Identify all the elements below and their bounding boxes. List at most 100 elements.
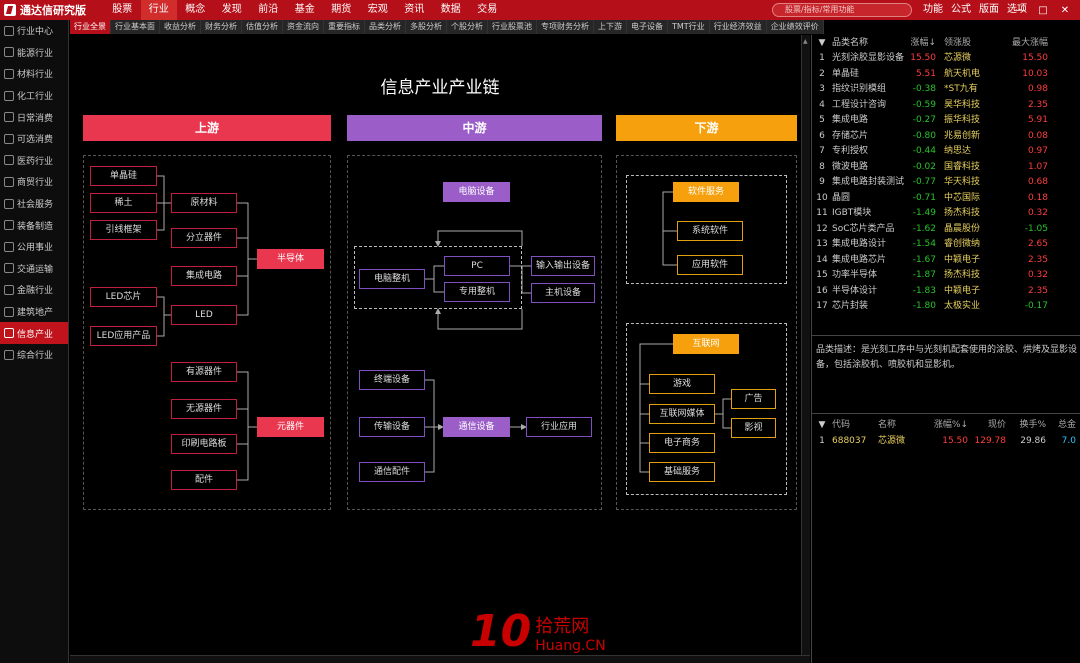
sidebar-item[interactable]: 能源行业 [0,42,68,64]
tab[interactable]: 重要指标 [324,20,365,34]
rank-row[interactable]: 15 功率半导体 -1.87 扬杰科技 0.32 [812,268,1080,284]
sidebar-item[interactable]: 建筑地产 [0,301,68,323]
sidebar-item[interactable]: 化工行业 [0,85,68,107]
sidebar-item[interactable]: 商贸行业 [0,171,68,193]
node-transmission-device[interactable]: 传输设备 [359,417,425,437]
nav-item[interactable]: 数据 [433,0,470,20]
tab[interactable]: 行业经济效益 [709,20,767,34]
maximize-icon[interactable]: □ [1032,5,1054,16]
sidebar-item[interactable]: 材料行业 [0,63,68,85]
node-host-device[interactable]: 主机设备 [531,283,595,303]
minimize-icon[interactable]: — [1010,5,1032,16]
stock-col-code[interactable]: 代码 [832,417,878,433]
sidebar-item[interactable]: 交通运输 [0,258,68,280]
rank-row[interactable]: 7 专利授权 -0.44 纳思达 0.97 [812,144,1080,160]
tab[interactable]: 企业绩效评价 [766,20,824,34]
node-system-software[interactable]: 系统软件 [677,221,743,241]
sidebar-item[interactable]: 可选消费 [0,128,68,150]
tab[interactable]: 收益分析 [160,20,201,34]
node-film-tv[interactable]: 影视 [731,418,776,438]
rank-row[interactable]: 6 存储芯片 -0.80 兆易创新 0.08 [812,129,1080,145]
diagram-scrollbar[interactable]: ▲ [801,35,810,655]
tab[interactable]: 行业基本面 [111,20,160,34]
node-terminal-device[interactable]: 终端设备 [359,370,425,390]
tab[interactable]: 电子设备 [627,20,668,34]
rank-row[interactable]: 10 晶圆 -0.71 中芯国际 0.18 [812,191,1080,207]
rank-row[interactable]: 1 光刻涂胶显影设备 15.50 芯源微 15.50 [812,51,1080,67]
sidebar-item[interactable]: 装备制造 [0,214,68,236]
tab[interactable]: 个股分析 [447,20,488,34]
bottom-scrollbar[interactable] [70,655,810,663]
sidebar-item[interactable]: 医药行业 [0,150,68,172]
node-internet-media[interactable]: 互联网媒体 [649,404,715,424]
rank-row[interactable]: 8 微波电路 -0.02 国睿科技 1.07 [812,160,1080,176]
tab[interactable]: 品类分析 [365,20,406,34]
sidebar-item[interactable]: 信息产业 [0,322,68,344]
rank-row[interactable]: 2 单晶硅 5.51 航天机电 10.03 [812,67,1080,83]
top-menu-item[interactable]: 版面 [975,0,1003,20]
stock-row[interactable]: 1 688037 芯源微 15.50 129.78 29.86 7.0 [812,433,1080,449]
search-input[interactable]: 股票/指标/常用功能 [772,3,912,17]
tab[interactable]: 估值分析 [242,20,283,34]
nav-item[interactable]: 宏观 [360,0,397,20]
rank-row[interactable]: 5 集成电路 -0.27 振华科技 5.91 [812,113,1080,129]
nav-item[interactable]: 资讯 [396,0,433,20]
sidebar-item[interactable]: 日常消费 [0,106,68,128]
tab[interactable]: TMT行业 [668,20,710,34]
rank-row[interactable]: 17 芯片封装 -1.80 太极实业 -0.17 [812,299,1080,315]
scroll-up-icon[interactable]: ▲ [803,38,809,46]
rank-row[interactable]: 16 半导体设计 -1.83 中颖电子 2.35 [812,284,1080,300]
nav-item[interactable]: 交易 [469,0,506,20]
nav-item[interactable]: 基金 [287,0,324,20]
stock-col-change[interactable]: 涨幅%↓ [922,417,968,433]
top-menu-item[interactable]: 公式 [947,0,975,20]
node-io-device[interactable]: 输入输出设备 [531,256,595,276]
tab[interactable]: 多股分析 [406,20,447,34]
node-led-chip[interactable]: LED芯片 [90,287,157,307]
stock-col-amount[interactable]: 总金 [1046,417,1076,433]
rank-row[interactable]: 11 IGBT模块 -1.49 扬杰科技 0.32 [812,206,1080,222]
node-internet[interactable]: 互联网 [673,334,739,354]
node-passive-devices[interactable]: 无源器件 [171,399,237,419]
top-menu-item[interactable]: 功能 [919,0,947,20]
nav-item[interactable]: 行业 [140,0,177,20]
tab[interactable]: 财务分析 [201,20,242,34]
node-single-crystal-silicon[interactable]: 单晶硅 [90,166,157,186]
node-comm-accessories[interactable]: 通信配件 [359,462,425,482]
node-accessories[interactable]: 配件 [171,470,237,490]
rank-row[interactable]: 12 SoC芯片类产品 -1.62 晶晨股份 -1.05 [812,222,1080,238]
nav-item[interactable]: 发现 [214,0,251,20]
tab[interactable]: 资金流向 [283,20,324,34]
rank-col-leader[interactable]: 领涨股 [940,35,1004,51]
node-led[interactable]: LED [171,305,237,325]
node-semiconductor[interactable]: 半导体 [257,249,324,269]
node-integrated-circuit[interactable]: 集成电路 [171,266,237,286]
node-active-devices[interactable]: 有源器件 [171,362,237,382]
sidebar-item[interactable]: 公用事业 [0,236,68,258]
node-computer-equipment[interactable]: 电脑设备 [443,182,510,202]
node-software-service[interactable]: 软件服务 [673,182,739,202]
node-components[interactable]: 元器件 [257,417,324,437]
rank-col-change[interactable]: 涨幅↓ [906,35,940,51]
rank-row[interactable]: 9 集成电路封装测试 -0.77 华天科技 0.68 [812,175,1080,191]
nav-item[interactable]: 股票 [104,0,141,20]
rank-row[interactable]: 4 工程设计咨询 -0.59 昊华科技 2.35 [812,98,1080,114]
stock-col-turnover[interactable]: 换手% [1006,417,1046,433]
node-games[interactable]: 游戏 [649,374,715,394]
node-ecommerce[interactable]: 电子商务 [649,433,715,453]
node-special-machine[interactable]: 专用整机 [444,282,510,302]
node-discrete-devices[interactable]: 分立器件 [171,228,237,248]
stock-col-name[interactable]: 名称 [878,417,922,433]
node-application-software[interactable]: 应用软件 [677,255,743,275]
node-pcb[interactable]: 印刷电路板 [171,434,237,454]
node-lead-frame[interactable]: 引线框架 [90,220,157,240]
node-computer-whole[interactable]: 电脑整机 [359,269,425,289]
rank-col-max[interactable]: 最大涨幅 [1004,35,1048,51]
node-rare-earth[interactable]: 稀土 [90,193,157,213]
nav-item[interactable]: 前沿 [250,0,287,20]
sidebar-item[interactable]: 综合行业 [0,344,68,366]
rank-row[interactable]: 14 集成电路芯片 -1.67 中颖电子 2.35 [812,253,1080,269]
sidebar-item[interactable]: 社会服务 [0,193,68,215]
rank-row[interactable]: 3 指纹识别模组 -0.38 *ST九有 0.98 [812,82,1080,98]
rank-col-name[interactable]: 品类名称 [832,35,906,51]
